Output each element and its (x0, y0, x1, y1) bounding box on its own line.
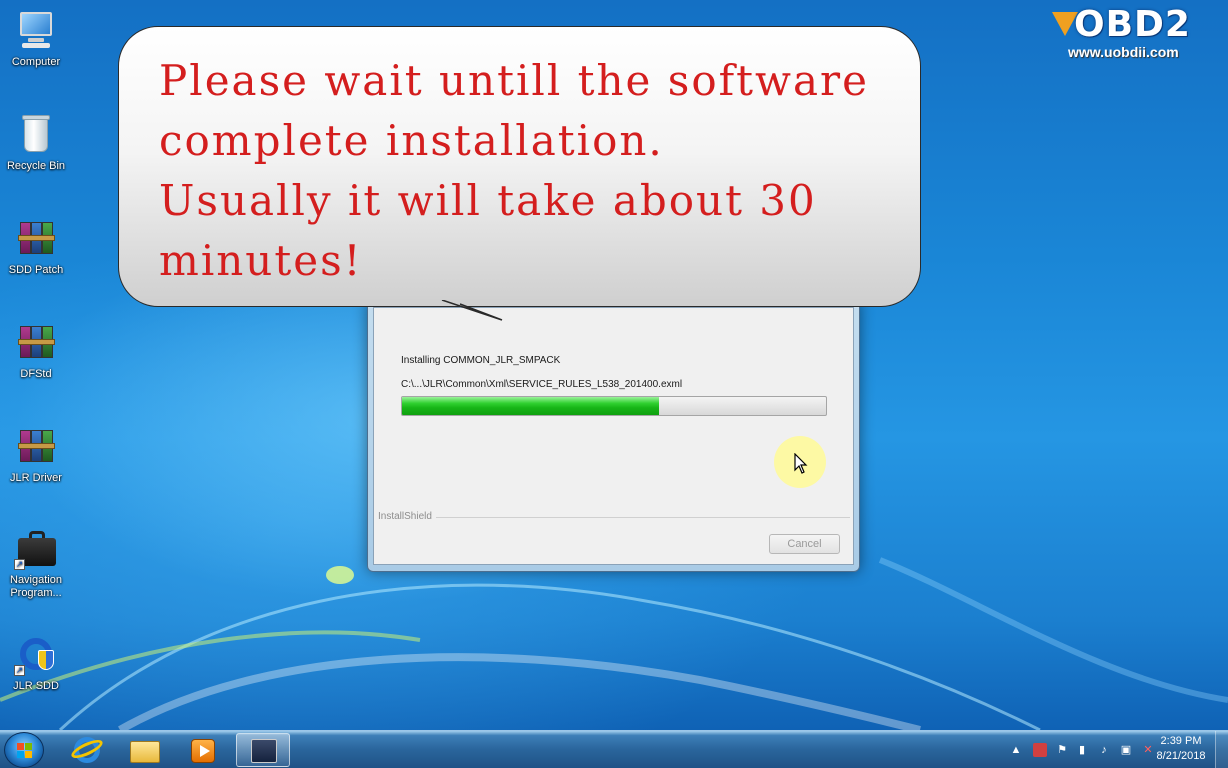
taskbar-windows-explorer[interactable] (118, 733, 172, 767)
installshield-divider: InstallShield (378, 511, 850, 523)
desktop-icon-label: JLR SDD (13, 680, 59, 692)
start-button[interactable] (4, 732, 44, 768)
show-hidden-icons-arrow[interactable]: ▲ (1009, 743, 1023, 757)
action-center-icon[interactable] (1033, 743, 1047, 757)
dialog-body: Installing COMMON_JLR_SMPACK C:\...\JLR\… (373, 307, 854, 565)
callout-message: Please wait untill the software complete… (159, 51, 899, 291)
instruction-callout: Please wait untill the software complete… (118, 26, 921, 307)
media-player-icon (191, 739, 215, 763)
folder-icon (130, 741, 160, 763)
taskbar-clock[interactable]: 2:39 PM 8/21/2018 (1150, 734, 1212, 764)
clock-time: 2:39 PM (1160, 735, 1202, 747)
winrar-archive-icon (14, 216, 58, 260)
network-icon[interactable]: ▣ (1119, 743, 1133, 757)
install-progress-bar (401, 396, 827, 416)
logo-brand: OBD2 (1074, 4, 1191, 45)
desktop: Computer Recycle Bin SDD Patch DFStd JLR… (0, 0, 1228, 730)
taskbar-media-player[interactable] (176, 733, 230, 767)
shortcut-arrow-icon: ↗ (14, 665, 25, 676)
installshield-icon (251, 739, 277, 763)
callout-tail (441, 300, 503, 321)
callout-line: Please wait untill the software (159, 56, 869, 105)
briefcase-icon: ↗ (14, 526, 58, 570)
callout-line: minutes! (159, 236, 363, 285)
desktop-icon-jlr-sdd[interactable]: ↗ JLR SDD (0, 632, 72, 693)
taskbar-installshield[interactable] (236, 733, 290, 767)
desktop-icon-label: JLR Driver (10, 472, 62, 484)
taskbar: ▲ ⚑ ▮ ♪ ▣ ✕ 2:39 PM 8/21/2018 (0, 730, 1228, 768)
volume-icon[interactable]: ♪ (1097, 743, 1111, 757)
cancel-button[interactable]: Cancel (769, 534, 840, 554)
winrar-archive-icon (14, 424, 58, 468)
callout-line: Usually it will take about 30 (159, 176, 817, 225)
power-icon[interactable]: ▮ (1075, 743, 1089, 757)
installshield-dialog: Installing COMMON_JLR_SMPACK C:\...\JLR\… (367, 300, 860, 572)
desktop-icon-dfstd[interactable]: DFStd (0, 320, 72, 381)
install-file-path: C:\...\JLR\Common\Xml\SERVICE_RULES_L538… (401, 379, 683, 390)
computer-icon (14, 8, 58, 52)
watermark-logo: OBD2 www.uobdii.com (1052, 4, 1222, 64)
show-desktop-button[interactable] (1215, 731, 1228, 768)
desktop-icon-label: Recycle Bin (6, 160, 66, 172)
desktop-icon-sdd-patch[interactable]: SDD Patch (0, 216, 72, 277)
callout-line: complete installation. (159, 116, 664, 165)
desktop-icon-label: SDD Patch (8, 264, 64, 276)
security-flag-icon[interactable]: ⚑ (1055, 743, 1069, 757)
windows-logo-icon (17, 743, 33, 759)
taskbar-internet-explorer[interactable] (60, 733, 114, 767)
logo-url: www.uobdii.com (1068, 44, 1179, 60)
recycle-bin-icon (14, 112, 58, 156)
desktop-icon-recycle-bin[interactable]: Recycle Bin (0, 112, 72, 173)
desktop-icon-label: Computer (11, 56, 61, 68)
desktop-icon-label: DFStd (20, 368, 52, 380)
desktop-icon-navigation-program[interactable]: ↗ Navigation Program... (0, 526, 72, 600)
desktop-icon-jlr-driver[interactable]: JLR Driver (0, 424, 72, 485)
desktop-icon-computer[interactable]: Computer (0, 8, 72, 69)
jlr-sdd-icon: ↗ (14, 632, 58, 676)
clock-date: 8/21/2018 (1156, 750, 1206, 762)
installshield-brand-label: InstallShield (378, 511, 436, 522)
install-status: Installing COMMON_JLR_SMPACK (401, 355, 561, 366)
progress-fill (402, 397, 659, 415)
winrar-archive-icon (14, 320, 58, 364)
desktop-icon-label: Navigation Program... (10, 574, 62, 599)
shortcut-arrow-icon: ↗ (14, 559, 25, 570)
